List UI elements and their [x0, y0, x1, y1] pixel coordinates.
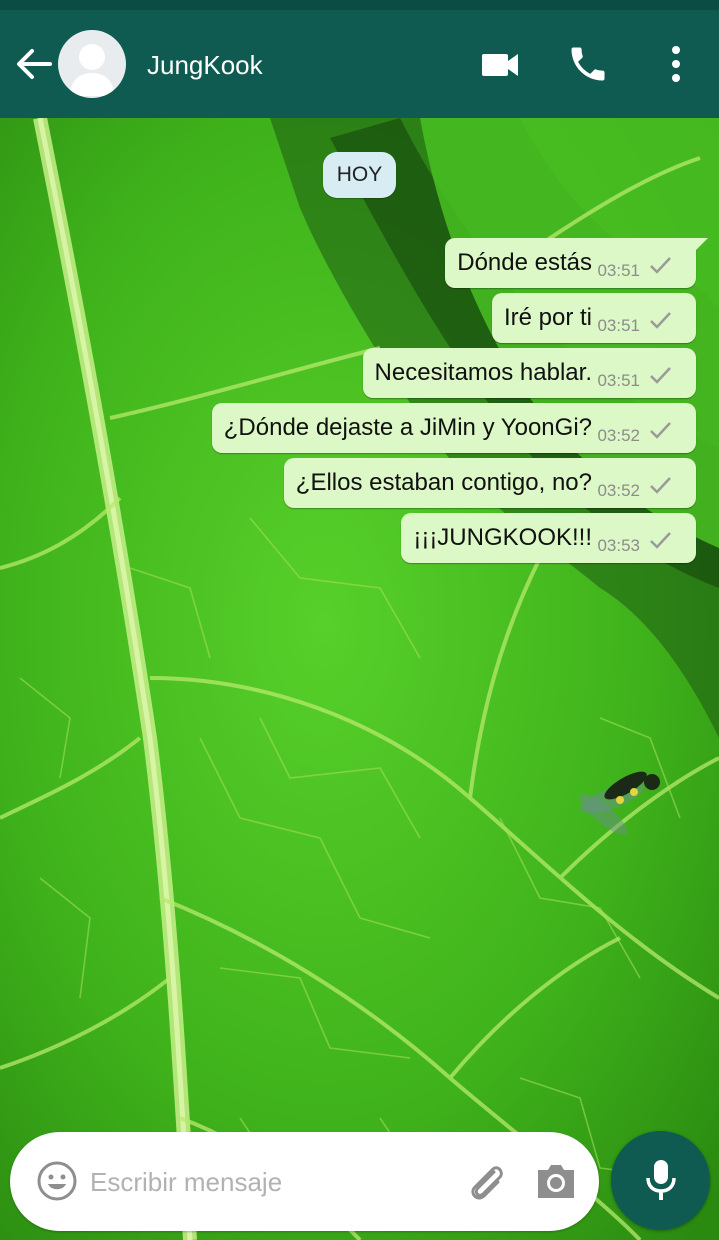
message-time: 03:52 [597, 481, 640, 500]
message-bubble[interactable]: Necesitamos hablar. 03:51 [362, 348, 696, 398]
message-bubble[interactable]: ¿Dónde dejaste a JiMin y YoonGi? 03:52 [211, 403, 696, 453]
bubble-tail [694, 238, 708, 252]
check-icon [650, 422, 671, 439]
default-profile-icon [70, 44, 114, 96]
microphone-icon [646, 1160, 676, 1200]
message-composer [10, 1132, 599, 1231]
camera-icon [538, 1165, 574, 1198]
attach-button[interactable] [464, 1158, 510, 1204]
message-text: ¡¡¡JUNGKOOK!!! [413, 524, 592, 551]
message-text: Iré por ti [503, 304, 592, 331]
message-bubble[interactable]: Iré por ti 03:51 [491, 293, 696, 343]
message-time: 03:51 [597, 261, 640, 280]
message-time: 03:52 [597, 426, 640, 445]
message-text: Dónde estás [457, 249, 592, 276]
check-icon [650, 257, 671, 274]
message-text: ¿Dónde dejaste a JiMin y YoonGi? [223, 414, 592, 441]
message-bubble[interactable]: Dónde estás 03:51 [445, 238, 708, 288]
message-input[interactable] [90, 1162, 450, 1202]
video-call-button[interactable] [478, 44, 524, 84]
message-text: ¿Ellos estaban contigo, no? [295, 469, 592, 496]
smiley-icon [37, 1161, 77, 1201]
chat-header: JungKook [0, 10, 719, 118]
videocam-icon [482, 54, 518, 76]
status-bar [0, 0, 719, 10]
date-divider: HOY [323, 152, 396, 198]
message-text: Necesitamos hablar. [374, 359, 592, 386]
voice-record-button[interactable] [611, 1131, 710, 1230]
more-options-button[interactable] [660, 42, 692, 86]
voice-call-button[interactable] [566, 42, 610, 86]
message-bubble[interactable]: ¿Ellos estaban contigo, no? 03:52 [283, 458, 696, 508]
arrow-left-icon [17, 49, 52, 79]
check-icon [650, 532, 671, 549]
emoji-button[interactable] [36, 1160, 78, 1202]
message-bubble[interactable]: ¡¡¡JUNGKOOK!!! 03:53 [401, 513, 696, 563]
phone-icon [571, 47, 605, 81]
camera-button[interactable] [534, 1160, 578, 1202]
check-icon [650, 367, 671, 384]
contact-name[interactable]: JungKook [147, 48, 263, 82]
chat-screen: JungKook HOY Dónde estás 03:51 Iré por t… [0, 0, 719, 1240]
message-time: 03:51 [597, 316, 640, 335]
message-time: 03:51 [597, 371, 640, 390]
message-time: 03:53 [597, 536, 640, 555]
paperclip-icon [471, 1166, 503, 1200]
check-icon [650, 312, 671, 329]
avatar[interactable] [58, 30, 126, 98]
back-button[interactable] [14, 44, 54, 84]
check-icon [650, 477, 671, 494]
more-vert-icon [672, 46, 680, 82]
